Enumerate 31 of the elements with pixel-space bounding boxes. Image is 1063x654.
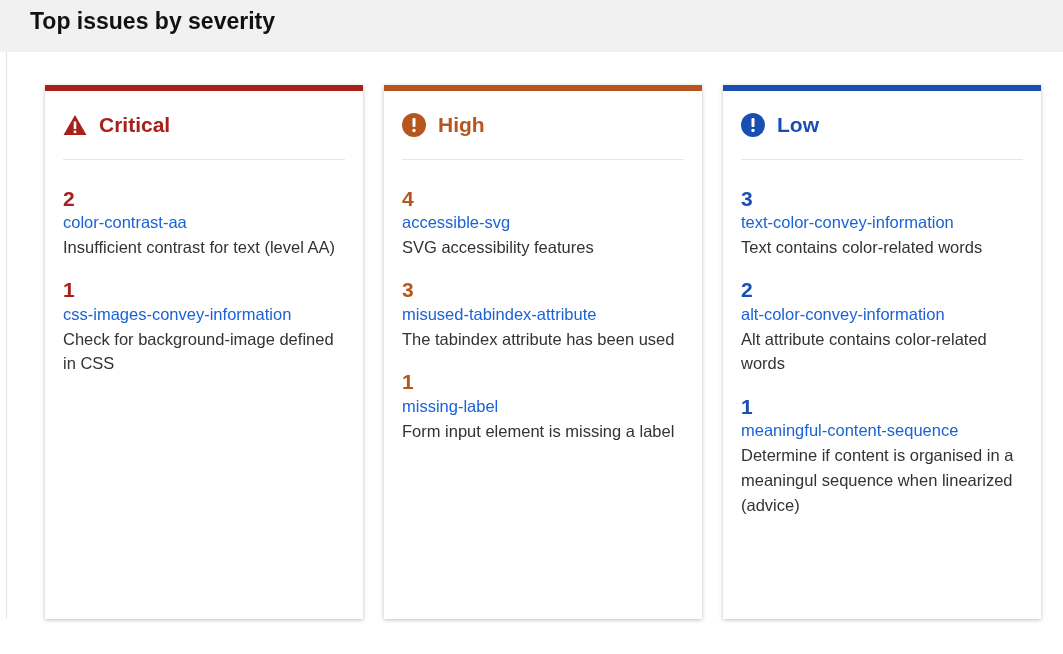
- rule-link[interactable]: meaningful-content-sequence: [741, 419, 959, 442]
- rule-link[interactable]: missing-label: [402, 394, 499, 417]
- issue-count: 1: [402, 369, 415, 395]
- issue-description: Check for background-image defined in CSS: [63, 328, 335, 375]
- severity-label: Critical: [99, 112, 171, 138]
- rule-link[interactable]: css-images-convey-information: [63, 302, 292, 325]
- issue-description: Determine if content is organised in a meaningul sequence when linearized (advice): [741, 445, 1015, 516]
- alert-icon: [402, 112, 426, 137]
- issue-description: The tabindex attribute has been used: [402, 328, 676, 350]
- issue-count: 2: [741, 277, 754, 303]
- severity-label: High: [438, 112, 485, 138]
- rule-link[interactable]: accessible-svg: [402, 210, 511, 233]
- issue-count: 3: [741, 185, 754, 211]
- rule-link[interactable]: alt-color-convey-information: [741, 302, 945, 325]
- issue-description: Insufficient contrast for text (level AA): [63, 236, 337, 258]
- rule-link[interactable]: text-color-convey-information: [741, 210, 954, 233]
- issue-count: 4: [402, 185, 415, 211]
- issue-count: 2: [63, 185, 76, 211]
- section-title: Top issues by severity: [30, 8, 276, 36]
- warning-icon: [63, 113, 87, 136]
- rule-link[interactable]: color-contrast-aa: [63, 210, 187, 233]
- issue-count: 1: [741, 394, 754, 420]
- issue-description: SVG accessibility features: [402, 236, 595, 258]
- issue-description: Form input element is missing a label: [402, 420, 676, 442]
- issue-count: 3: [402, 277, 415, 303]
- issue-description: Text contains color-related words: [741, 236, 984, 258]
- issue-description: Alt attribute contains color-related words: [741, 328, 988, 375]
- rule-link[interactable]: misused-tabindex-attribute: [402, 302, 597, 325]
- alert-icon: [741, 112, 765, 137]
- severity-label: Low: [777, 112, 819, 138]
- issue-count: 1: [63, 277, 76, 303]
